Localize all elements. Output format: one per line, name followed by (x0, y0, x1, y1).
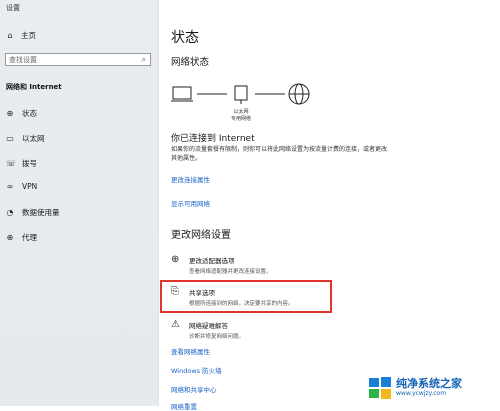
data-usage-icon: ◔ (6, 207, 14, 217)
option-subtitle: 查看网络适配器并更改连接设置。 (189, 269, 272, 275)
sidebar-item-dialup[interactable]: ☏ 拨号 (6, 158, 37, 169)
page-title: 状态 (171, 30, 199, 46)
main-content: 状态 网络状态 以太网 专用网络 你已连接到 Internet 如果你的流量套餐… (159, 0, 500, 411)
search-input[interactable]: 查找设置 ⌕ (5, 53, 151, 66)
adapter-sublabel: 专用网络 (231, 115, 251, 122)
sidebar-item-proxy[interactable]: ⊕ 代理 (6, 232, 37, 243)
adapter-options[interactable]: ⊕ 更改适配器选项 查看网络适配器并更改连接设置。 (171, 254, 272, 276)
watermark-url: www.ycwjzy.com (396, 390, 447, 397)
network-diagram: 以太网 专用网络 (171, 83, 310, 122)
connection-description: 如果你的流量套餐有限制，则你可以将此网络设置为按流量计费的连接，或者更改其他属性… (171, 146, 388, 162)
warning-icon: ⚠ (171, 319, 180, 330)
show-networks-link[interactable]: 显示可用网络 (171, 198, 210, 208)
sidebar-section-title: 网络和 Internet (6, 83, 62, 91)
dialup-icon: ☏ (6, 158, 17, 168)
computer-icon (171, 86, 193, 102)
network-sharing-center-link[interactable]: 网络和共享中心 (171, 384, 217, 394)
highlight-box (160, 280, 332, 313)
sidebar-item-label: 以太网 (22, 134, 45, 143)
ethernet-adapter-icon (234, 85, 248, 104)
network-status-heading: 网络状态 (171, 57, 210, 68)
sidebar-item-label: 状态 (22, 109, 37, 118)
watermark: 纯净系统之家 www.ycwjzy.com (368, 369, 500, 406)
adapter-icon: ⊕ (171, 254, 180, 265)
sidebar-home-label: 主页 (21, 31, 36, 40)
windows-firewall-link[interactable]: Windows 防火墙 (171, 365, 222, 375)
vpn-icon: ∞ (6, 181, 14, 191)
sidebar-item-ethernet[interactable]: ▭ 以太网 (6, 133, 45, 144)
option-subtitle: 诊断并修复网络问题。 (189, 334, 245, 340)
globe-icon (288, 83, 310, 105)
sidebar-item-label: VPN (22, 182, 38, 191)
window-title: 设置 (6, 4, 20, 12)
sidebar-item-status[interactable]: ⊕ 状态 (6, 108, 37, 119)
watermark-text: 纯净系统之家 (396, 377, 462, 390)
search-placeholder: 查找设置 (9, 55, 37, 64)
home-icon: ⌂ (7, 30, 13, 40)
option-title: 更改适配器选项 (189, 257, 235, 265)
search-icon: ⌕ (141, 55, 146, 64)
ethernet-icon: ▭ (6, 133, 14, 143)
sidebar-item-label: 拨号 (22, 159, 37, 168)
sidebar-item-data-usage[interactable]: ◔ 数据使用量 (6, 207, 60, 218)
sidebar: 设置 ⌂ 主页 查找设置 ⌕ 网络和 Internet ⊕ 状态 ▭ 以太网 ☏… (0, 0, 159, 406)
status-icon: ⊕ (6, 108, 14, 118)
network-reset-link[interactable]: 网络重置 (171, 401, 197, 411)
view-network-properties-link[interactable]: 查看网络属性 (171, 346, 210, 356)
sidebar-home[interactable]: ⌂ 主页 (6, 30, 36, 41)
sidebar-item-label: 数据使用量 (22, 208, 60, 217)
adapter-label: 以太网 (233, 108, 248, 115)
connection-heading: 你已连接到 Internet (171, 134, 255, 144)
network-troubleshooter[interactable]: ⚠ 网络疑难解答 诊断并修复网络问题。 (171, 319, 245, 341)
change-settings-heading: 更改网络设置 (171, 230, 231, 241)
proxy-icon: ⊕ (6, 232, 14, 242)
windows-logo-icon (369, 376, 391, 399)
change-properties-link[interactable]: 更改连接属性 (171, 174, 210, 184)
sidebar-item-label: 代理 (22, 233, 37, 242)
sidebar-item-vpn[interactable]: ∞ VPN (6, 181, 38, 191)
option-title: 网络疑难解答 (189, 322, 228, 330)
